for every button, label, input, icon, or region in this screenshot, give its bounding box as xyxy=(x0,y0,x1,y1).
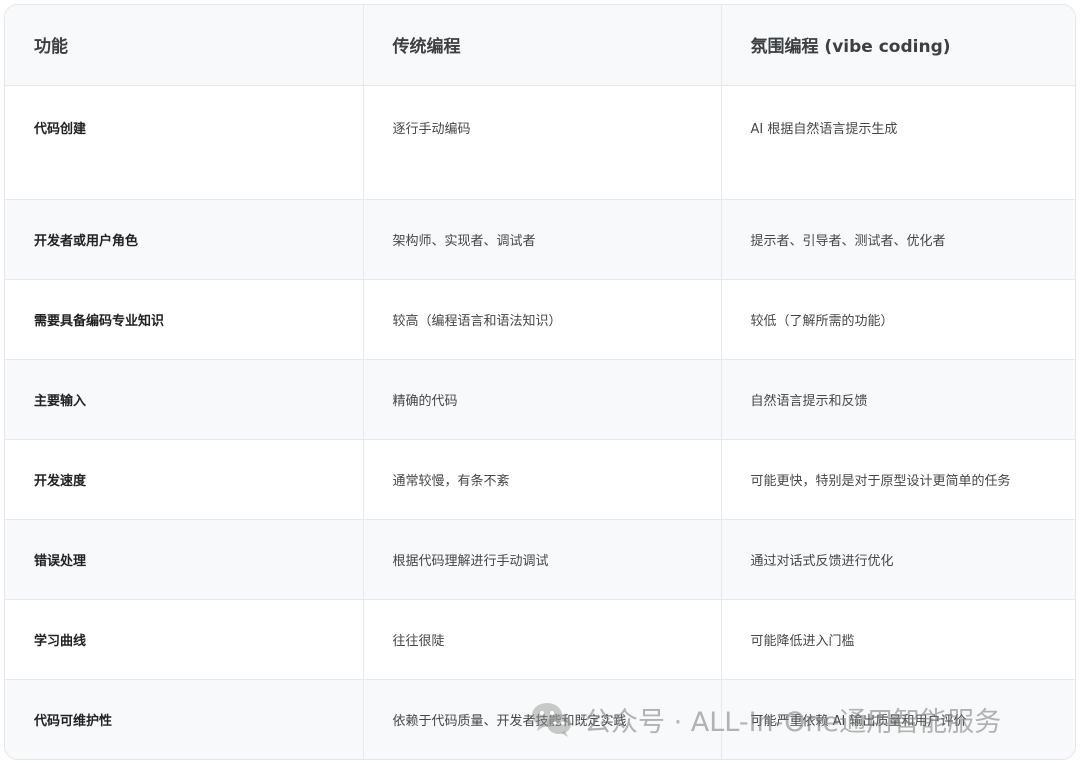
row-vibe-cell: 可能降低进入门槛 xyxy=(721,599,1075,680)
row-feature-cell: 学习曲线 xyxy=(5,599,364,680)
comparison-table-container: 功能 传统编程 氛围编程 (vibe coding) 代码创建 逐行手动编码 A… xyxy=(4,4,1076,760)
row-vibe-cell: 较低（了解所需的功能） xyxy=(721,279,1075,360)
row-traditional-cell: 架构师、实现者、调试者 xyxy=(363,199,722,280)
row-feature-cell: 代码创建 xyxy=(5,85,364,200)
comparison-table: 功能 传统编程 氛围编程 (vibe coding) 代码创建 逐行手动编码 A… xyxy=(5,5,1075,759)
row-traditional-cell: 通常较慢，有条不紊 xyxy=(363,439,722,520)
header-feature: 功能 xyxy=(5,5,364,86)
row-vibe-cell: 可能严重依赖 AI 输出质量和用户评价 xyxy=(750,713,967,729)
row-vibe-cell: 通过对话式反馈进行优化 xyxy=(721,519,1075,600)
table-row: 需要具备编码专业知识 较高（编程语言和语法知识） 较低（了解所需的功能） xyxy=(5,279,1075,360)
row-traditional-cell: 依赖于代码质量、开发者技能和既定实践 xyxy=(363,679,722,759)
row-feature-cell: 开发者或用户角色 xyxy=(5,199,364,280)
row-vibe-cell: 提示者、引导者、测试者、优化者 xyxy=(721,199,1075,280)
row-feature-cell: 主要输入 xyxy=(5,359,364,440)
row-traditional-cell: 较高（编程语言和语法知识） xyxy=(363,279,722,360)
row-traditional-cell: 逐行手动编码 xyxy=(363,85,722,200)
row-traditional-cell: 根据代码理解进行手动调试 xyxy=(363,519,722,600)
table-row: 开发者或用户角色 架构师、实现者、调试者 提示者、引导者、测试者、优化者 xyxy=(5,199,1075,280)
row-vibe-cell: AI 根据自然语言提示生成 xyxy=(721,85,1075,200)
row-vibe-cell: 可能更快，特别是对于原型设计更简单的任务 xyxy=(721,439,1075,520)
row-feature-cell: 代码可维护性 xyxy=(5,679,364,759)
table-row: 错误处理 根据代码理解进行手动调试 通过对话式反馈进行优化 xyxy=(5,519,1075,600)
row-feature-cell: 开发速度 xyxy=(5,439,364,520)
header-vibe: 氛围编程 (vibe coding) xyxy=(721,5,1075,86)
table-row: 代码可维护性 依赖于代码质量、开发者技能和既定实践 可能严重依赖 AI 输出质量… xyxy=(5,679,1075,759)
header-traditional: 传统编程 xyxy=(363,5,722,86)
row-feature-cell: 需要具备编码专业知识 xyxy=(5,279,364,360)
table-row: 学习曲线 往往很陡 可能降低进入门槛 xyxy=(5,599,1075,680)
row-traditional-cell: 往往很陡 xyxy=(363,599,722,680)
table-row: 代码创建 逐行手动编码 AI 根据自然语言提示生成 xyxy=(5,85,1075,200)
row-traditional-cell: 精确的代码 xyxy=(363,359,722,440)
table-header-row: 功能 传统编程 氛围编程 (vibe coding) xyxy=(5,5,1075,86)
row-vibe-cell: 自然语言提示和反馈 xyxy=(721,359,1075,440)
table-row: 主要输入 精确的代码 自然语言提示和反馈 xyxy=(5,359,1075,440)
table-row: 开发速度 通常较慢，有条不紊 可能更快，特别是对于原型设计更简单的任务 xyxy=(5,439,1075,520)
row-feature-cell: 错误处理 xyxy=(5,519,364,600)
